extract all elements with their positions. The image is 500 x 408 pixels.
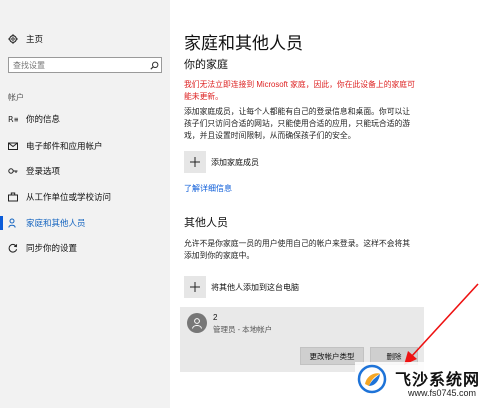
plus-icon: [184, 151, 206, 173]
others-heading: 其他人员: [184, 217, 228, 229]
sidebar-item-work-school[interactable]: 从工作单位或学校访问: [0, 186, 170, 208]
key-icon: [8, 166, 18, 176]
warning-text: 我们无法立即连接到 Microsoft 家庭，因此，你在此设备上的家庭可 能未更…: [184, 79, 444, 103]
desc-line: 允许不是你家庭一员的用户使用自己的帐户来登录。这样不会将其: [184, 239, 411, 248]
svg-text:R≡: R≡: [8, 115, 18, 124]
learn-more-link[interactable]: 了解详细信息: [184, 183, 232, 194]
others-description: 允许不是你家庭一员的用户使用自己的帐户来登录。这样不会将其 添加到你的家庭中。: [184, 238, 446, 262]
sidebar-item-your-info[interactable]: R≡ 你的信息: [0, 108, 170, 130]
user-role: 管理员 - 本地帐户: [213, 325, 273, 334]
gear-icon: [8, 34, 18, 44]
watermark-title: 飞沙系统网: [395, 372, 481, 389]
desc-line: 戏，并且设置时间限制，从而确保孩子们的安全。: [184, 131, 356, 140]
sidebar: 主页 帐户 R≡ 你的信息 电子邮件和应用帐户 登录选项 从工作单位或学校访问: [0, 0, 170, 408]
sidebar-item-sign-in[interactable]: 登录选项: [0, 160, 170, 182]
desc-line: 添加家庭成员，让每个人都能有自己的登录信息和桌面。你可以让: [184, 107, 411, 116]
user-name: 2: [213, 313, 218, 322]
desc-line: 添加到你的家庭中。: [184, 251, 255, 260]
sidebar-item-label: 主页: [26, 34, 44, 44]
person-card-icon: R≡: [8, 114, 18, 124]
sidebar-item-label: 登录选项: [26, 166, 61, 176]
watermark-logo-icon: [357, 364, 387, 394]
sidebar-item-label: 同步你的设置: [26, 243, 78, 253]
sidebar-item-email[interactable]: 电子邮件和应用帐户: [0, 135, 170, 157]
add-other-user-label: 将其他人添加到这台电脑: [211, 282, 299, 292]
warning-line: 我们无法立即连接到 Microsoft 家庭，因此，你在此设备上的家庭可: [184, 80, 415, 89]
watermark-url: www.fs0745.com: [408, 388, 477, 398]
add-other-user-button[interactable]: 将其他人添加到这台电脑: [184, 276, 299, 298]
page-title: 家庭和其他人员: [184, 34, 303, 53]
sidebar-item-label: 你的信息: [26, 114, 61, 124]
sidebar-item-label: 家庭和其他人员: [26, 218, 86, 228]
plus-icon: [184, 276, 206, 298]
search-box[interactable]: [8, 57, 162, 73]
sync-icon: [8, 243, 18, 253]
sidebar-item-home[interactable]: 主页: [0, 28, 170, 50]
watermark: 飞沙系统网 www.fs0745.com: [355, 362, 500, 408]
briefcase-icon: [8, 192, 18, 202]
people-icon: [8, 218, 18, 228]
search-icon[interactable]: [147, 58, 161, 72]
add-family-member-button[interactable]: 添加家庭成员: [184, 151, 259, 173]
family-description: 添加家庭成员，让每个人都能有自己的登录信息和桌面。你可以让 孩子们只访问合适的网…: [184, 106, 446, 142]
desc-line: 孩子们只访问合适的网站，只能使用合适的应用，只能玩合适的游: [184, 119, 411, 128]
search-input[interactable]: [9, 58, 147, 72]
add-family-member-label: 添加家庭成员: [211, 157, 259, 167]
sidebar-item-sync[interactable]: 同步你的设置: [0, 237, 170, 259]
main-content: 家庭和其他人员 你的家庭 我们无法立即连接到 Microsoft 家庭，因此，你…: [170, 0, 500, 408]
mail-icon: [8, 141, 18, 151]
avatar: [187, 313, 207, 333]
section-label: 帐户: [8, 93, 24, 102]
sidebar-item-label: 从工作单位或学校访问: [26, 192, 112, 202]
sidebar-item-label: 电子邮件和应用帐户: [26, 141, 103, 151]
warning-line: 能未更新。: [184, 92, 223, 101]
sidebar-item-family[interactable]: 家庭和其他人员: [0, 212, 170, 234]
family-heading: 你的家庭: [184, 59, 228, 71]
